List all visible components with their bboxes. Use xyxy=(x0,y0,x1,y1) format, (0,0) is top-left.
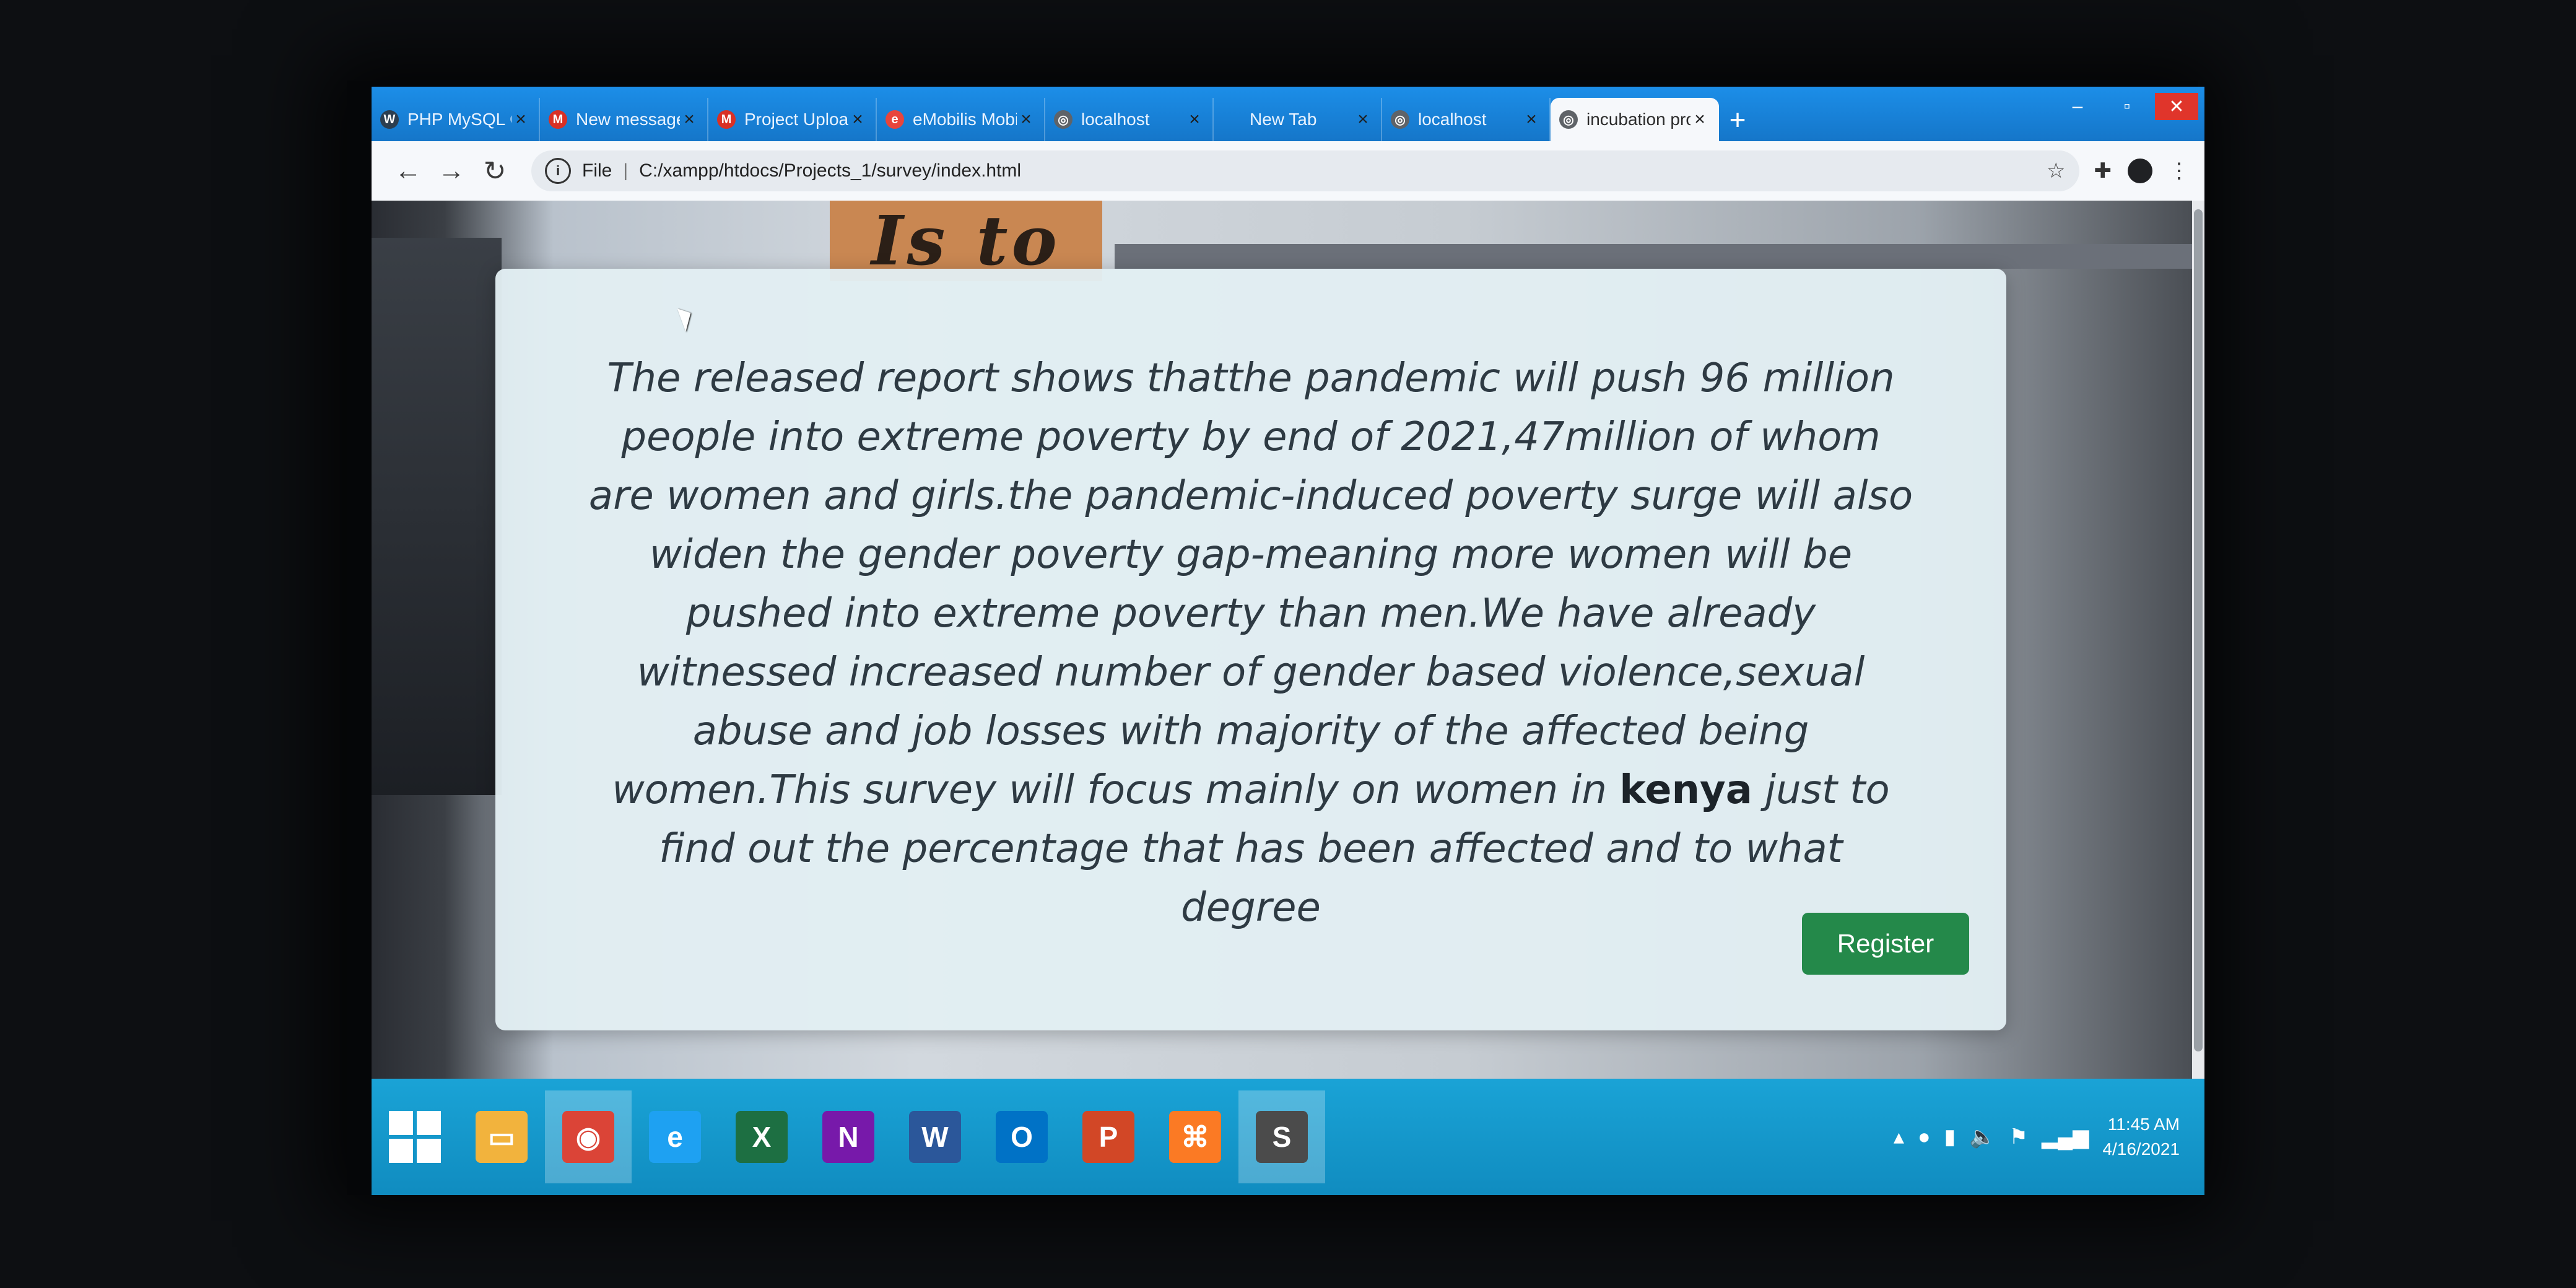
vertical-scrollbar[interactable] xyxy=(2192,201,2204,1079)
onenote-icon: N xyxy=(822,1111,874,1163)
register-button[interactable]: Register xyxy=(1802,913,1969,975)
emobilis-icon: e xyxy=(886,110,904,129)
action-center-flag-icon[interactable]: ⚑ xyxy=(2009,1125,2028,1149)
windows-taskbar: ▭ ◉ e X N W O P ⌘ S ▴ ● ▮ 🔈 ⚑ ▂▄▆ 11:45 AM 4/16/2… xyxy=(372,1079,2204,1195)
globe-icon: ◎ xyxy=(1559,110,1578,129)
file-explorer-icon: ▭ xyxy=(476,1111,528,1163)
scrollbar-thumb[interactable] xyxy=(2194,209,2203,1051)
profile-avatar[interactable] xyxy=(2128,159,2152,183)
address-separator: | xyxy=(623,160,629,181)
clock-date: 4/16/2021 xyxy=(2102,1139,2180,1159)
toolbar-icons: ✚ ⋮ xyxy=(2094,159,2190,183)
forward-button[interactable]: → xyxy=(430,149,473,193)
close-window-button[interactable]: ✕ xyxy=(2155,93,2198,120)
volume-icon[interactable]: 🔈 xyxy=(1969,1125,1995,1149)
word-icon: W xyxy=(909,1111,961,1163)
tab-close-icon[interactable]: × xyxy=(680,109,698,130)
excel-icon: X xyxy=(736,1111,788,1163)
screen: WPHP MySQL Cr×MNew message×MProject Uplo… xyxy=(372,87,2204,1195)
intro-text: The released report shows thatthe pandem… xyxy=(588,355,1913,813)
browser-tab[interactable]: ◎ localhost × xyxy=(1045,98,1214,141)
tab-label: PHP MySQL Cr xyxy=(407,110,511,129)
browser-tab[interactable]: M Project Upload × xyxy=(708,98,877,141)
taskbar-clock[interactable]: 11:45 AM 4/16/2021 xyxy=(2102,1112,2180,1162)
sublime-text-icon: S xyxy=(1256,1111,1308,1163)
tab-label: New message xyxy=(576,110,680,129)
back-button[interactable]: ← xyxy=(386,149,430,193)
taskbar-app[interactable]: W xyxy=(892,1090,978,1183)
info-icon[interactable]: i xyxy=(545,158,571,184)
arrow-left-icon: ← xyxy=(394,155,422,186)
globe-icon: ◎ xyxy=(1391,110,1409,129)
survey-intro-card: The released report shows thatthe pandem… xyxy=(495,269,2006,1030)
tab-close-icon[interactable]: × xyxy=(1185,109,1204,130)
background-figure xyxy=(372,238,502,795)
arrow-right-icon: → xyxy=(438,155,465,186)
chrome-icon: ◉ xyxy=(562,1111,614,1163)
taskbar-app[interactable]: N xyxy=(805,1090,892,1183)
tab-label: incubation pro xyxy=(1586,110,1690,129)
tab-close-icon[interactable]: × xyxy=(848,109,867,130)
minimize-button[interactable]: – xyxy=(2056,93,2099,120)
signal-icon[interactable]: ▂▄▆ xyxy=(2042,1125,2089,1149)
tab-blank-icon xyxy=(1222,110,1241,129)
taskbar-app[interactable]: P xyxy=(1065,1090,1152,1183)
taskbar-app[interactable]: S xyxy=(1238,1090,1325,1183)
browser-tab[interactable]: ◎ incubation pro × xyxy=(1551,98,1719,141)
taskbar-app[interactable]: ◉ xyxy=(545,1090,632,1183)
tab-close-icon[interactable]: × xyxy=(1017,109,1035,130)
tab-close-icon[interactable]: × xyxy=(1522,109,1541,130)
browser-tab[interactable]: New Tab × xyxy=(1214,98,1382,141)
browser-tab[interactable]: e eMobilis Mobi × xyxy=(877,98,1045,141)
address-url: C:/xampp/htdocs/Projects_1/survey/index.… xyxy=(639,160,1022,181)
country-emphasis: kenya xyxy=(1619,767,1752,813)
system-tray: ▴ ● ▮ 🔈 ⚑ ▂▄▆ 11:45 AM 4/16/2021 xyxy=(1894,1112,2204,1162)
tab-strip: WPHP MySQL Cr×MNew message×MProject Uplo… xyxy=(372,87,2204,141)
tab-close-icon[interactable]: × xyxy=(1354,109,1372,130)
browser-tab[interactable]: ◎ localhost × xyxy=(1382,98,1551,141)
xampp-icon: ⌘ xyxy=(1169,1111,1221,1163)
background-strip xyxy=(1115,244,2192,269)
windows-logo-icon xyxy=(389,1111,441,1163)
taskbar-app[interactable]: ⌘ xyxy=(1152,1090,1238,1183)
globe-icon: ◎ xyxy=(1054,110,1073,129)
clock-time: 11:45 AM xyxy=(2107,1115,2180,1134)
taskbar-app[interactable]: X xyxy=(718,1090,805,1183)
outlook-icon: O xyxy=(996,1111,1048,1163)
address-bar[interactable]: i File | C:/xampp/htdocs/Projects_1/surv… xyxy=(531,150,2079,191)
taskbar-app[interactable]: e xyxy=(632,1090,718,1183)
address-scheme: File xyxy=(582,160,612,181)
window-controls: – ▫ ✕ xyxy=(2056,93,2198,120)
internet-explorer-icon: e xyxy=(649,1111,701,1163)
extensions-puzzle-icon[interactable]: ✚ xyxy=(2094,159,2112,183)
w3schools-icon: W xyxy=(380,110,399,129)
tray-chevron-icon[interactable]: ▴ xyxy=(1894,1125,1904,1149)
tray-gmail-icon[interactable]: ● xyxy=(1918,1125,1931,1149)
powerpoint-icon: P xyxy=(1082,1111,1134,1163)
start-button[interactable] xyxy=(372,1090,458,1183)
intro-paragraph: The released report shows thatthe pandem… xyxy=(588,349,1913,938)
gmail-icon: M xyxy=(717,110,736,129)
maximize-button[interactable]: ▫ xyxy=(2105,93,2149,120)
tab-label: New Tab xyxy=(1250,110,1317,129)
page-viewport: Is to Speak The released report shows th… xyxy=(372,201,2192,1079)
taskbar-app[interactable]: ▭ xyxy=(458,1090,545,1183)
tab-label: localhost xyxy=(1418,110,1487,129)
tab-close-icon[interactable]: × xyxy=(1690,109,1709,130)
tab-close-icon[interactable]: × xyxy=(511,109,530,130)
reload-icon: ↻ xyxy=(483,155,507,186)
bookmark-star-icon[interactable]: ☆ xyxy=(2047,159,2065,183)
network-icon[interactable]: ▮ xyxy=(1944,1125,1956,1149)
menu-kebab-icon[interactable]: ⋮ xyxy=(2169,159,2190,183)
browser-toolbar: ← → ↻ i File | C:/xampp/htdocs/Projects_… xyxy=(372,141,2204,201)
browser-tab[interactable]: W PHP MySQL Cr× xyxy=(372,98,540,141)
tab-label: Project Upload xyxy=(744,110,848,129)
browser-tab[interactable]: M New message × xyxy=(540,98,708,141)
new-tab-button[interactable]: + xyxy=(1719,98,1756,141)
tab-label: eMobilis Mobi xyxy=(913,110,1017,129)
gmail-icon: M xyxy=(549,110,567,129)
reload-button[interactable]: ↻ xyxy=(473,149,516,193)
taskbar-app[interactable]: O xyxy=(978,1090,1065,1183)
tab-label: localhost xyxy=(1081,110,1150,129)
